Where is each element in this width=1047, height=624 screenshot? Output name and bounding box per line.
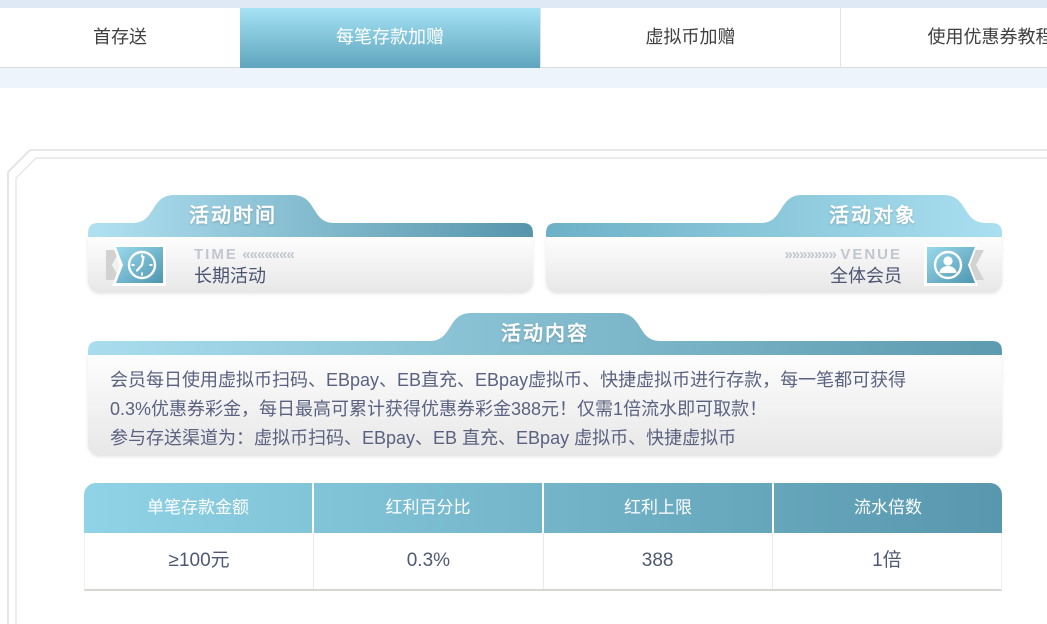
venue-arrows: »»»»»»» <box>784 246 835 263</box>
activity-time-header <box>88 195 533 237</box>
content-line-3: 参与存送渠道为：虚拟币扫码、EBpay、EB 直充、EBpay 虚拟币、快捷虚拟… <box>110 424 980 453</box>
tab-per-deposit-bonus[interactable]: 每笔存款加赠 <box>240 8 540 68</box>
activity-target-body: »»»»»»» VENUE 全体会员 <box>546 237 1002 293</box>
venue-tag: VENUE <box>840 246 902 263</box>
tab-coupon-tutorial[interactable]: 使用优惠券教程 <box>840 8 1047 68</box>
panel-title-activity-target: 活动对象 <box>808 199 938 228</box>
panel-activity-target: 活动对象 »»»»»»» VENUE 全体会员 <box>546 195 1002 293</box>
header-cell-deposit-amount: 单笔存款金额 <box>84 483 314 533</box>
content-line-1: 会员每日使用虚拟币扫码、EBpay、EB直充、EBpay虚拟币、快捷虚拟币进行存… <box>110 366 980 395</box>
time-arrows: ««««««« <box>242 246 293 263</box>
table-header-row: 单笔存款金额 红利百分比 红利上限 流水倍数 <box>84 483 1002 533</box>
tab-crypto-bonus[interactable]: 虚拟币加赠 <box>540 8 840 68</box>
cell-turnover-multiple: 1倍 <box>773 533 1001 589</box>
activity-time-body: TIME ««««««« 长期活动 <box>88 237 533 293</box>
panel-activity-time: 活动时间 TIME ««««««« 长期活动 <box>88 195 533 293</box>
target-value: 全体会员 <box>784 267 902 286</box>
time-value: 长期活动 <box>194 267 294 286</box>
bonus-table: 单笔存款金额 红利百分比 红利上限 流水倍数 ≥100元 0.3% 388 1倍 <box>84 483 1002 591</box>
activity-content-body: 会员每日使用虚拟币扫码、EBpay、EB直充、EBpay虚拟币、快捷虚拟币进行存… <box>88 355 1002 456</box>
promo-tab-bar: 首存送 每笔存款加赠 虚拟币加赠 使用优惠券教程 <box>0 8 1047 68</box>
content-line-2: 0.3%优惠券彩金，每日最高可累计获得优惠券彩金388元！仅需1倍流水即可取款！ <box>110 395 980 424</box>
cell-bonus-percent: 0.3% <box>314 533 543 589</box>
panel-activity-content: 活动内容 会员每日使用虚拟币扫码、EBpay、EB直充、EBpay虚拟币、快捷虚… <box>88 313 1002 456</box>
table-row: ≥100元 0.3% 388 1倍 <box>84 533 1002 591</box>
cell-deposit-amount: ≥100元 <box>85 533 314 589</box>
sub-strip <box>0 68 1047 88</box>
header-cell-bonus-percent: 红利百分比 <box>314 483 544 533</box>
tab-first-deposit[interactable]: 首存送 <box>0 8 240 68</box>
panel-title-activity-time: 活动时间 <box>168 199 298 228</box>
promotion-page: 首存送 每笔存款加赠 虚拟币加赠 使用优惠券教程 活动时间 <box>0 0 1047 624</box>
header-cell-bonus-cap: 红利上限 <box>544 483 774 533</box>
panel-title-activity-content: 活动内容 <box>480 317 610 346</box>
clock-icon <box>104 242 168 288</box>
time-tag: TIME <box>194 246 238 263</box>
header-cell-turnover-multiple: 流水倍数 <box>774 483 1002 533</box>
user-icon <box>922 242 986 288</box>
cell-bonus-cap: 388 <box>544 533 773 589</box>
top-strip <box>0 0 1047 8</box>
